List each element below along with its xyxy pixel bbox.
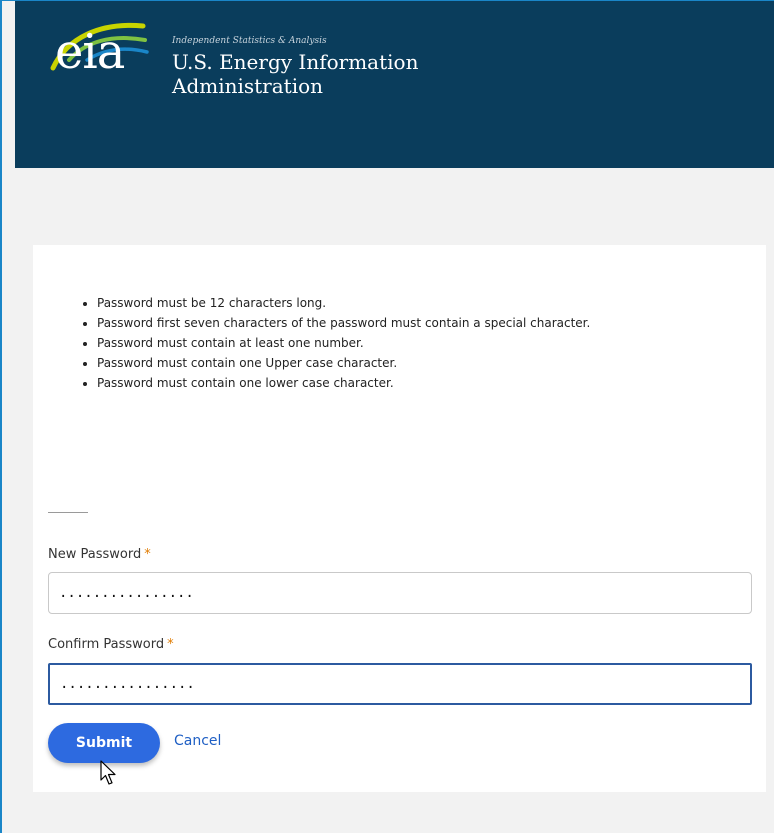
organization-name[interactable]: U.S. Energy Information Administration <box>172 50 492 98</box>
new-password-label: New Password * <box>48 547 151 562</box>
requirement-item: Password first seven characters of the p… <box>97 313 590 333</box>
requirement-item: Password must contain at least one numbe… <box>97 333 590 353</box>
section-divider <box>48 512 88 513</box>
confirm-password-label-text: Confirm Password <box>48 637 165 652</box>
password-reset-card: Password must be 12 characters long. Pas… <box>33 245 766 792</box>
confirm-password-field[interactable] <box>48 663 752 705</box>
password-requirements-list: Password must be 12 characters long. Pas… <box>81 293 590 393</box>
required-indicator: * <box>144 547 151 562</box>
logo-wordmark[interactable]: eia <box>55 28 125 76</box>
submit-button[interactable]: Submit <box>48 723 160 763</box>
window-top-border <box>0 0 774 1</box>
site-header: eia Independent Statistics & Analysis U.… <box>15 0 774 168</box>
requirement-item: Password must contain one Upper case cha… <box>97 353 590 373</box>
new-password-field[interactable] <box>48 572 752 614</box>
requirement-item: Password must contain one lower case cha… <box>97 373 590 393</box>
site-tagline: Independent Statistics & Analysis <box>172 36 327 46</box>
mouse-pointer-icon <box>100 760 116 785</box>
confirm-password-label: Confirm Password * <box>48 637 174 652</box>
cancel-link[interactable]: Cancel <box>174 733 221 749</box>
new-password-label-text: New Password <box>48 547 142 562</box>
required-indicator: * <box>167 637 174 652</box>
requirement-item: Password must be 12 characters long. <box>97 293 590 313</box>
window-left-border <box>0 0 2 833</box>
